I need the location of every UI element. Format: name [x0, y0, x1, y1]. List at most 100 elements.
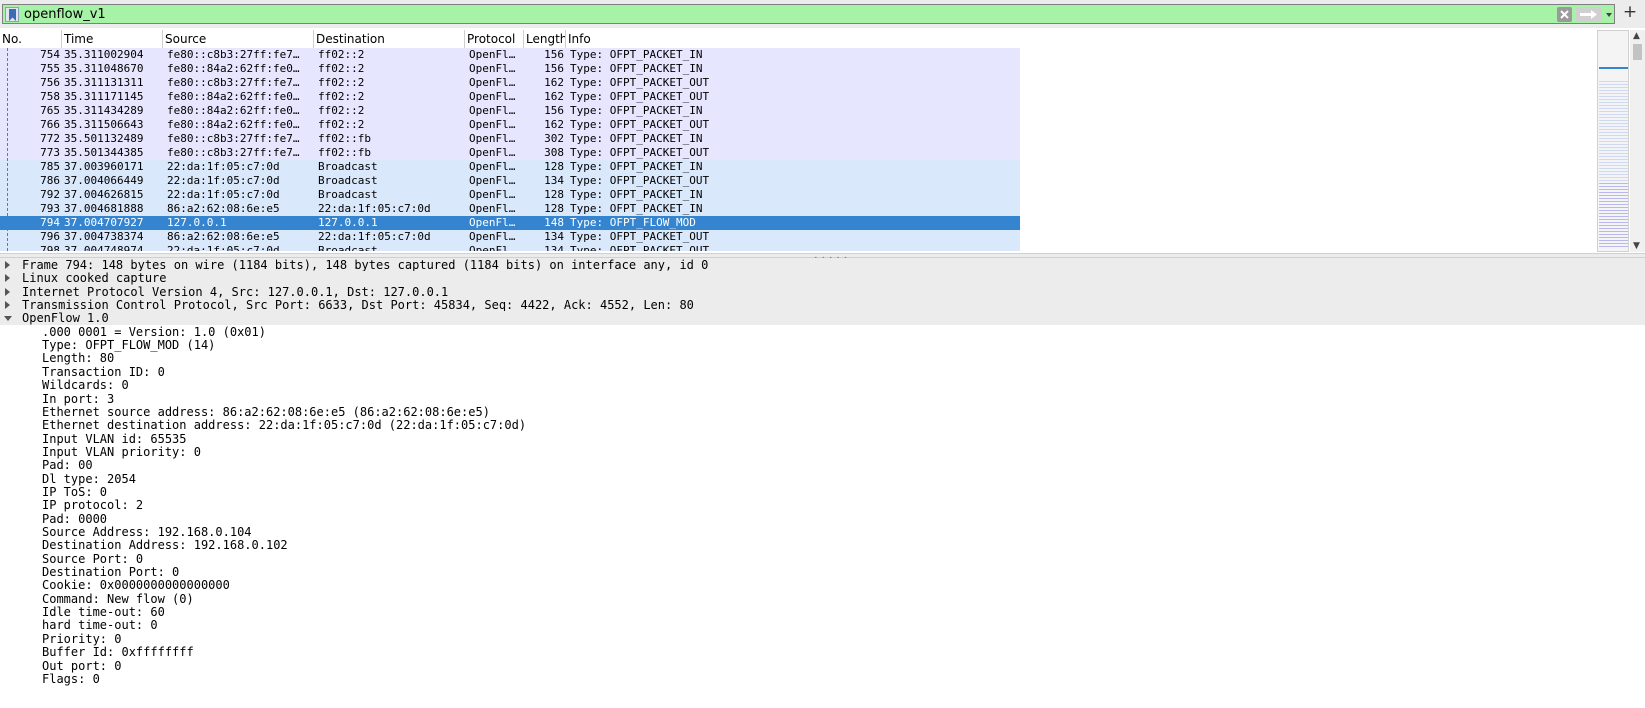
openflow-field[interactable]: Source Port: 0 [0, 552, 1645, 566]
openflow-field[interactable]: Input VLAN priority: 0 [0, 445, 1645, 459]
minimap-strip [1599, 132, 1628, 133]
packet-cell-time: 37.004738374 [64, 230, 144, 243]
packet-list[interactable]: No. Time Source Destination Protocol Len… [0, 28, 1645, 253]
packet-row[interactable]: 792 37.004626815 22:da:1f:05:c7:0d Broadcas… [0, 188, 1020, 202]
scroll-down-icon[interactable]: ▼ [1633, 241, 1640, 251]
packet-details-tree[interactable]: Frame 794: 148 bytes on wire (1184 bits)… [0, 258, 1645, 708]
column-header-length[interactable]: Length [524, 30, 566, 48]
packet-row[interactable]: 793 37.004681888 86:a2:62:08:6e:e5 22:da:1f… [0, 202, 1020, 216]
packet-row[interactable]: 796 37.004738374 86:a2:62:08:6e:e5 22:da:1f… [0, 230, 1020, 244]
scrollbar-thumb[interactable] [1633, 44, 1642, 60]
collapsed-arrow-icon[interactable] [5, 301, 10, 310]
openflow-field[interactable]: Pad: 0000 [0, 512, 1645, 526]
filter-text[interactable]: openflow_v1 [24, 6, 106, 23]
packet-row[interactable]: 758 35.311171145 fe80::84a2:62ff:fe0… ff02:… [0, 90, 1020, 104]
openflow-field[interactable]: Idle time-out: 60 [0, 605, 1645, 619]
column-header-time[interactable]: Time [62, 30, 163, 48]
detail-tree-item[interactable]: Internet Protocol Version 4, Src: 127.0.… [0, 284, 1645, 299]
openflow-field[interactable]: Flags: 0 [0, 672, 1645, 686]
openflow-field[interactable]: IP protocol: 2 [0, 498, 1645, 512]
detail-tree-label: OpenFlow 1.0 [22, 311, 109, 326]
packet-row[interactable]: 794 37.004707927 127.0.0.1 127.0.0.1 OpenFl…… [0, 216, 1020, 230]
openflow-field[interactable]: Source Address: 192.168.0.104 [0, 525, 1645, 539]
packet-cell-proto: OpenFl… [469, 244, 516, 251]
openflow-field[interactable]: Ethernet destination address: 22:da:1f:0… [0, 418, 1645, 432]
packet-row[interactable]: 785 37.003960171 22:da:1f:05:c7:0d Broadcas… [0, 160, 1020, 174]
packet-cell-proto: OpenFl… [469, 188, 516, 201]
minimap-strip [1599, 213, 1628, 214]
packet-cell-time: 35.311506643 [64, 118, 144, 131]
packet-cell-info: Type: OFPT_PACKET_OUT [570, 146, 710, 159]
packet-cell-proto: OpenFl… [469, 132, 516, 145]
column-header-info[interactable]: Info [566, 30, 1020, 48]
scroll-up-icon[interactable]: ▲ [1633, 31, 1640, 41]
packet-row[interactable]: 755 35.311048670 fe80::84a2:62ff:fe0… ff02:… [0, 62, 1020, 76]
openflow-field[interactable]: IP ToS: 0 [0, 485, 1645, 499]
chevron-down-icon[interactable] [1603, 7, 1615, 22]
minimap-strip [1599, 81, 1628, 82]
openflow-field[interactable]: Cookie: 0x0000000000000000 [0, 578, 1645, 592]
column-header-source[interactable]: Source [163, 30, 314, 48]
column-header-no[interactable]: No. [0, 30, 62, 48]
openflow-field[interactable]: hard time-out: 0 [0, 618, 1645, 632]
packet-cell-no: 756 [40, 76, 60, 89]
packet-row[interactable]: 798 37.004748974 22:da:1f:05:c7:0d Broadcas… [0, 244, 1020, 251]
plus-icon[interactable]: + [1621, 3, 1639, 23]
openflow-field-label: Pad: 00 [42, 458, 93, 473]
openflow-field[interactable]: Input VLAN id: 65535 [0, 432, 1645, 446]
column-header-protocol[interactable]: Protocol [465, 30, 524, 48]
minimap-strip [1599, 108, 1628, 109]
openflow-field[interactable]: Transaction ID: 0 [0, 365, 1645, 379]
openflow-field[interactable]: Destination Address: 192.168.0.102 [0, 538, 1645, 552]
packet-cell-dst: 22:da:1f:05:c7:0d [318, 202, 431, 215]
openflow-field[interactable]: Command: New flow (0) [0, 592, 1645, 606]
packet-row[interactable]: 773 35.501344385 fe80::c8b3:27ff:fe7… ff02:… [0, 146, 1020, 160]
openflow-field[interactable]: .000 0001 = Version: 1.0 (0x01) [0, 325, 1645, 339]
apply-arrow-icon[interactable] [1576, 7, 1602, 22]
openflow-field[interactable]: Ethernet source address: 86:a2:62:08:6e:… [0, 405, 1645, 419]
packet-row[interactable]: 786 37.004066449 22:da:1f:05:c7:0d Broadcas… [0, 174, 1020, 188]
openflow-field[interactable]: Type: OFPT_FLOW_MOD (14) [0, 338, 1645, 352]
packet-cell-time: 35.311131311 [64, 76, 144, 89]
packet-row[interactable]: 766 35.311506643 fe80::84a2:62ff:fe0… ff02:… [0, 118, 1020, 132]
detail-tree-item[interactable]: Linux cooked capture [0, 271, 1645, 286]
detail-tree-item[interactable]: Frame 794: 148 bytes on wire (1184 bits)… [0, 258, 1645, 272]
packet-cell-info: Type: OFPT_PACKET_IN [570, 62, 703, 75]
packet-list-scrollbar[interactable]: ▲ ▼ [1630, 30, 1645, 252]
minimap-strip [1599, 180, 1628, 181]
openflow-field[interactable]: Pad: 00 [0, 458, 1645, 472]
packet-row[interactable]: 756 35.311131311 fe80::c8b3:27ff:fe7… ff02:… [0, 76, 1020, 90]
bookmark-icon[interactable] [5, 7, 19, 22]
packet-cell-info: Type: OFPT_PACKET_IN [570, 188, 703, 201]
packet-cell-len: 128 [544, 202, 564, 215]
display-filter-input[interactable]: openflow_v1 [2, 4, 1615, 24]
openflow-field-label: Source Port: 0 [42, 551, 144, 566]
openflow-field[interactable]: Wildcards: 0 [0, 378, 1645, 392]
minimap-strip [1599, 150, 1628, 151]
minimap-strip [1599, 192, 1628, 193]
packet-cell-dst: ff02::2 [318, 104, 365, 117]
openflow-field[interactable]: In port: 3 [0, 392, 1645, 406]
detail-tree-item[interactable]: OpenFlow 1.0 [0, 311, 1645, 326]
packet-row[interactable]: 772 35.501132489 fe80::c8b3:27ff:fe7… ff02:… [0, 132, 1020, 146]
expanded-arrow-icon[interactable] [4, 316, 12, 322]
column-header-destination[interactable]: Destination [314, 30, 465, 48]
openflow-field[interactable]: Destination Port: 0 [0, 565, 1645, 579]
collapsed-arrow-icon[interactable] [5, 261, 10, 269]
clear-filter-icon[interactable] [1557, 7, 1572, 22]
detail-tree-item[interactable]: Transmission Control Protocol, Src Port:… [0, 298, 1645, 313]
openflow-field[interactable]: Out port: 0 [0, 659, 1645, 673]
packet-row[interactable]: 754 35.311002904 fe80::c8b3:27ff:fe7… ff02:… [0, 48, 1020, 62]
packet-cell-no: 773 [40, 146, 60, 159]
packet-row[interactable]: 765 35.311434289 fe80::84a2:62ff:fe0… ff02:… [0, 104, 1020, 118]
packet-minimap[interactable] [1597, 30, 1629, 252]
collapsed-arrow-icon[interactable] [5, 287, 10, 296]
openflow-field[interactable]: Priority: 0 [0, 632, 1645, 646]
openflow-field[interactable]: Dl type: 2054 [0, 472, 1645, 486]
collapsed-arrow-icon[interactable] [5, 274, 10, 283]
detail-tree-label: Frame 794: 148 bytes on wire (1184 bits)… [22, 258, 709, 272]
openflow-field[interactable]: Buffer Id: 0xffffffff [0, 645, 1645, 659]
packet-cell-time: 35.311434289 [64, 104, 144, 117]
packet-cell-proto: OpenFl… [469, 118, 516, 131]
openflow-field[interactable]: Length: 80 [0, 351, 1645, 365]
